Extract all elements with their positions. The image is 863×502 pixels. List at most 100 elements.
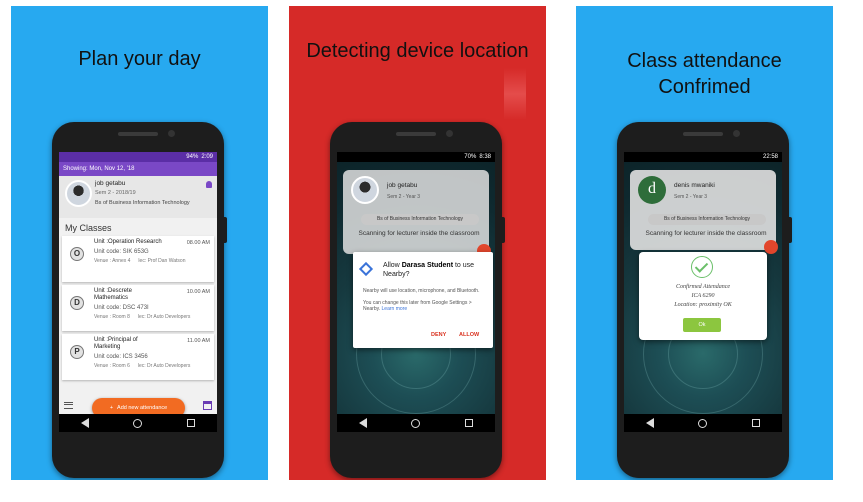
back-icon[interactable] <box>359 418 368 428</box>
class-venue: Venue : Room 6 <box>94 363 130 369</box>
deny-button[interactable]: DENY <box>431 332 446 338</box>
home-icon[interactable] <box>133 418 143 428</box>
profile-header: job getabu Sem 2 - 2018/19 Bs of Busines… <box>59 176 217 218</box>
class-card[interactable]: P Unit :Principal of Marketing 11.00 AM … <box>62 334 214 380</box>
camera <box>446 130 453 137</box>
class-venue-row: Venue : Annex 4 lec: Prof Dan Watson <box>94 258 211 264</box>
showing-date: Showing: Mon, Nov 12, '18 <box>59 162 217 176</box>
class-unit: Unit :Operation Research <box>94 239 162 245</box>
side-button <box>502 217 505 243</box>
profile-card: job getabu Sem 2 - Year 3 Bs of Business… <box>343 170 489 254</box>
decorative-glare <box>504 68 526 120</box>
plus-icon: + <box>109 405 114 411</box>
class-time: 08.00 AM <box>186 240 210 246</box>
confirmation-dialog: Confirmed Attendance ICA 6290 Location: … <box>639 252 767 340</box>
app-screen: 22:58 d denis mwaniki Sem 2 - Year 3 Bs … <box>624 152 782 432</box>
home-icon[interactable] <box>698 418 708 428</box>
dialog-body-line1: Nearby will use location, microphone, an… <box>363 288 480 294</box>
nearby-permission-dialog: Allow Darasa Student to use Nearby? Near… <box>353 252 493 348</box>
check-icon <box>691 256 713 278</box>
android-nav-bar <box>59 414 217 432</box>
avatar <box>65 180 92 207</box>
profile-card: d denis mwaniki Sem 2 - Year 3 Bs of Bus… <box>630 170 776 250</box>
class-code: Unit code: SIK 653G <box>94 249 149 255</box>
speaker <box>396 132 436 136</box>
recents-icon[interactable] <box>464 419 473 427</box>
battery-text: 70% <box>464 154 477 160</box>
dialog-body: Nearby will use location, microphone, an… <box>363 288 487 313</box>
camera <box>733 130 740 137</box>
class-venue-row: Venue : Room 6 lec: Dr Auto Developers <box>94 363 211 369</box>
camera <box>168 130 175 137</box>
speaker <box>118 132 158 136</box>
phone-mockup: 94% 2:09 Showing: Mon, Nov 12, '18 job g… <box>52 122 227 478</box>
android-nav-bar <box>624 414 782 432</box>
bell-icon[interactable] <box>206 181 212 188</box>
recents-icon[interactable] <box>751 419 760 427</box>
status-bar: 94% 2:09 <box>59 152 217 162</box>
home-icon[interactable] <box>411 418 421 428</box>
class-code: Unit code: ICS 3456 <box>94 354 148 360</box>
panel-detecting-location: Detecting device location 70% 8:38 job g… <box>289 6 546 480</box>
confirm-line-2: ICA 6290 <box>691 293 715 299</box>
android-nav-bar <box>337 414 495 432</box>
section-title: My Classes <box>65 223 112 233</box>
allow-button[interactable]: ALLOW <box>459 332 479 338</box>
avatar-letter: d <box>638 176 666 204</box>
clock-text: 8:38 <box>479 154 491 160</box>
side-button <box>224 217 227 243</box>
class-venue-row: Venue : Room 8 lec: Dr Auto Developers <box>94 314 211 320</box>
class-card[interactable]: O Unit :Operation Research 08.00 AM Unit… <box>62 236 214 282</box>
fab-label: Add new attendance <box>117 405 168 411</box>
profile-sem: Sem 2 - Year 3 <box>674 194 708 200</box>
status-bar: 70% 8:38 <box>337 152 495 162</box>
caption-line-2: Confrimed <box>658 76 751 98</box>
class-lecturer: lec: Dr Auto Developers <box>137 314 191 320</box>
caption: Class attendance <box>627 50 782 72</box>
panel-plan-your-day: Plan your day 94% 2:09 Showing: Mon, Nov… <box>11 6 268 480</box>
class-venue: Venue : Room 8 <box>94 314 130 320</box>
dialog-title-pre: Allow <box>383 262 402 269</box>
calendar-icon[interactable] <box>203 400 212 410</box>
class-lecturer: lec: Dr Auto Developers <box>137 363 191 369</box>
class-card[interactable]: D Unit :Descrete Mathematics 10.00 AM Un… <box>62 285 214 331</box>
profile-sem: Sem 2 - Year 3 <box>387 194 421 200</box>
back-icon[interactable] <box>81 418 90 428</box>
class-venue: Venue : Annex 4 <box>94 258 131 264</box>
app-screen: 70% 8:38 job getabu Sem 2 - Year 3 Bs of… <box>337 152 495 432</box>
class-letter-icon: O <box>70 247 84 261</box>
nearby-icon <box>358 261 374 277</box>
scanning-text: Scanning for lecturer inside the classro… <box>645 230 767 237</box>
avatar <box>351 176 379 204</box>
caption: Detecting device location <box>306 40 529 62</box>
confirm-line-1: Confirmed Attendance <box>675 284 731 290</box>
learn-more-link[interactable]: Learn more <box>382 306 408 312</box>
clock-text: 22:58 <box>762 154 778 160</box>
profile-name: denis mwaniki <box>674 182 715 189</box>
profile-sem: Sem 2 - 2018/19 <box>95 190 136 196</box>
side-button <box>789 217 792 243</box>
program-chip: Bs of Business Information Technology <box>648 214 766 225</box>
profile-name: job getabu <box>95 180 126 187</box>
app-screen: 94% 2:09 Showing: Mon, Nov 12, '18 job g… <box>59 152 217 432</box>
back-icon[interactable] <box>646 418 655 428</box>
scan-button[interactable] <box>764 240 778 254</box>
phone-mockup: 70% 8:38 job getabu Sem 2 - Year 3 Bs of… <box>330 122 505 478</box>
panel-attendance-confirmed: Class attendance Confrimed 22:58 d denis… <box>576 6 833 480</box>
ok-button[interactable]: Ok <box>683 318 721 332</box>
recents-icon[interactable] <box>186 419 195 427</box>
dialog-body-line2: You can change this later from Google Se… <box>363 300 487 313</box>
class-lecturer: lec: Prof Dan Watson <box>138 258 186 264</box>
program-chip: Bs of Business Information Technology <box>361 214 479 225</box>
class-time: 11.00 AM <box>187 338 210 344</box>
class-time: 10.00 AM <box>186 289 210 295</box>
class-unit: Unit :Principal of Marketing <box>94 337 138 350</box>
class-unit: Unit :Descrete Mathematics <box>94 288 133 301</box>
menu-icon[interactable] <box>64 401 73 409</box>
class-code: Unit code: DSC 473I <box>94 305 149 311</box>
dialog-body-settings: You can change this later from Google Se… <box>363 299 472 313</box>
dialog-title: Allow Darasa Student to use Nearby? <box>383 261 487 279</box>
confirm-line-3: Location: proximity OK <box>674 302 732 308</box>
scanning-text: Scanning for lecturer inside the classro… <box>358 230 480 237</box>
speaker <box>683 132 723 136</box>
